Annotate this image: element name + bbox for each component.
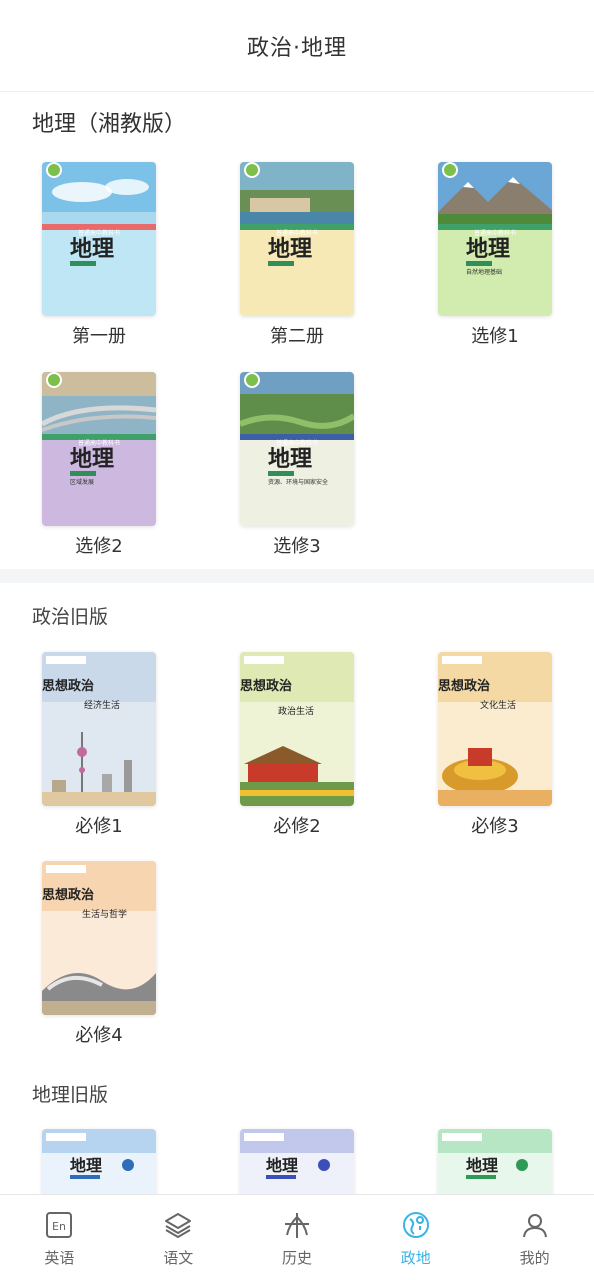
layers-icon: [162, 1209, 194, 1241]
tab-label: 语文: [163, 1249, 194, 1267]
svg-text:思想政治: 思想政治: [438, 678, 490, 694]
section-title-politics-old: 政治旧版: [32, 606, 109, 628]
book-label: 必修3: [471, 816, 519, 837]
book-label: 必修2: [273, 816, 321, 837]
book-cover: 思想政治 文化生活: [438, 652, 552, 806]
section-title-geo-old: 地理旧版: [32, 1084, 109, 1106]
book-label: 第一册: [72, 326, 126, 347]
tab-label: 英语: [44, 1249, 75, 1267]
svg-text:En: En: [52, 1220, 66, 1233]
book-label: 选修1: [471, 326, 519, 347]
book-cover: 普通高中教科书 地理 自然地理基础: [438, 162, 552, 316]
svg-text:经济生活: 经济生活: [84, 699, 120, 711]
svg-text:生活与哲学: 生活与哲学: [82, 908, 127, 920]
tab-chinese[interactable]: 语文: [119, 1195, 238, 1280]
tab-label: 我的: [519, 1249, 550, 1267]
svg-text:自然地理基础: 自然地理基础: [466, 268, 502, 276]
book-cover: 普通高中教科书 地理: [240, 162, 354, 316]
book-cover: 思想政治 经济生活: [42, 652, 156, 806]
book-cover: 普通高中教科书 地理: [42, 162, 156, 316]
book-label: 选修2: [75, 536, 123, 557]
book-cover: 地理: [240, 1129, 354, 1194]
tab-history[interactable]: 历史: [238, 1195, 357, 1280]
history-icon: [281, 1209, 313, 1241]
svg-text:思想政治: 思想政治: [42, 887, 94, 903]
svg-text:区域发展: 区域发展: [70, 478, 94, 486]
svg-text:思想政治: 思想政治: [42, 678, 94, 694]
svg-text:地理: 地理: [70, 446, 114, 472]
user-icon: [519, 1209, 551, 1241]
book-cover: 普通高中教科书 地理 资源、环境与国家安全: [240, 372, 354, 526]
map-pin-icon: [400, 1209, 432, 1241]
svg-text:文化生活: 文化生活: [480, 699, 516, 711]
app-header: 政治·地理: [0, 0, 594, 92]
section-divider: [0, 569, 594, 583]
bottom-tab-bar: En 英语 语文 历史 政地 我的: [0, 1194, 594, 1280]
page-title: 政治·地理: [247, 35, 347, 61]
svg-text:政治生活: 政治生活: [278, 705, 314, 717]
svg-text:地理: 地理: [466, 1156, 498, 1175]
svg-text:思想政治: 思想政治: [240, 678, 292, 694]
book-label: 必修1: [75, 816, 123, 837]
tab-me[interactable]: 我的: [475, 1195, 594, 1280]
book-cover: 思想政治 政治生活: [240, 652, 354, 806]
book-label: 必修4: [75, 1025, 123, 1046]
book-label: 第二册: [270, 326, 324, 347]
book-list[interactable]: 地理（湘教版） 普通高中教科书 地理 第一册 普通高中教科书 地理 第二册 普通…: [0, 92, 594, 1194]
svg-text:地理: 地理: [268, 236, 312, 262]
svg-text:地理: 地理: [466, 236, 510, 262]
book-cover: 普通高中教科书 地理 区域发展: [42, 372, 156, 526]
english-icon: En: [43, 1209, 75, 1241]
tab-label: 政地: [400, 1249, 431, 1267]
book-cover: 地理: [42, 1129, 156, 1194]
svg-text:地理: 地理: [268, 446, 312, 472]
book-label: 选修3: [273, 536, 321, 557]
section-title-geo-xiangjiao: 地理（湘教版）: [32, 112, 187, 137]
svg-text:地理: 地理: [266, 1156, 298, 1175]
book-cover: 地理: [438, 1129, 552, 1194]
tab-english[interactable]: En 英语: [0, 1195, 119, 1280]
book-cover: 思想政治 生活与哲学: [42, 861, 156, 1015]
tab-politics-geography[interactable]: 政地: [356, 1195, 475, 1280]
tab-label: 历史: [281, 1249, 312, 1267]
svg-text:资源、环境与国家安全: 资源、环境与国家安全: [268, 478, 328, 486]
svg-text:地理: 地理: [70, 236, 114, 262]
svg-text:地理: 地理: [70, 1156, 102, 1175]
